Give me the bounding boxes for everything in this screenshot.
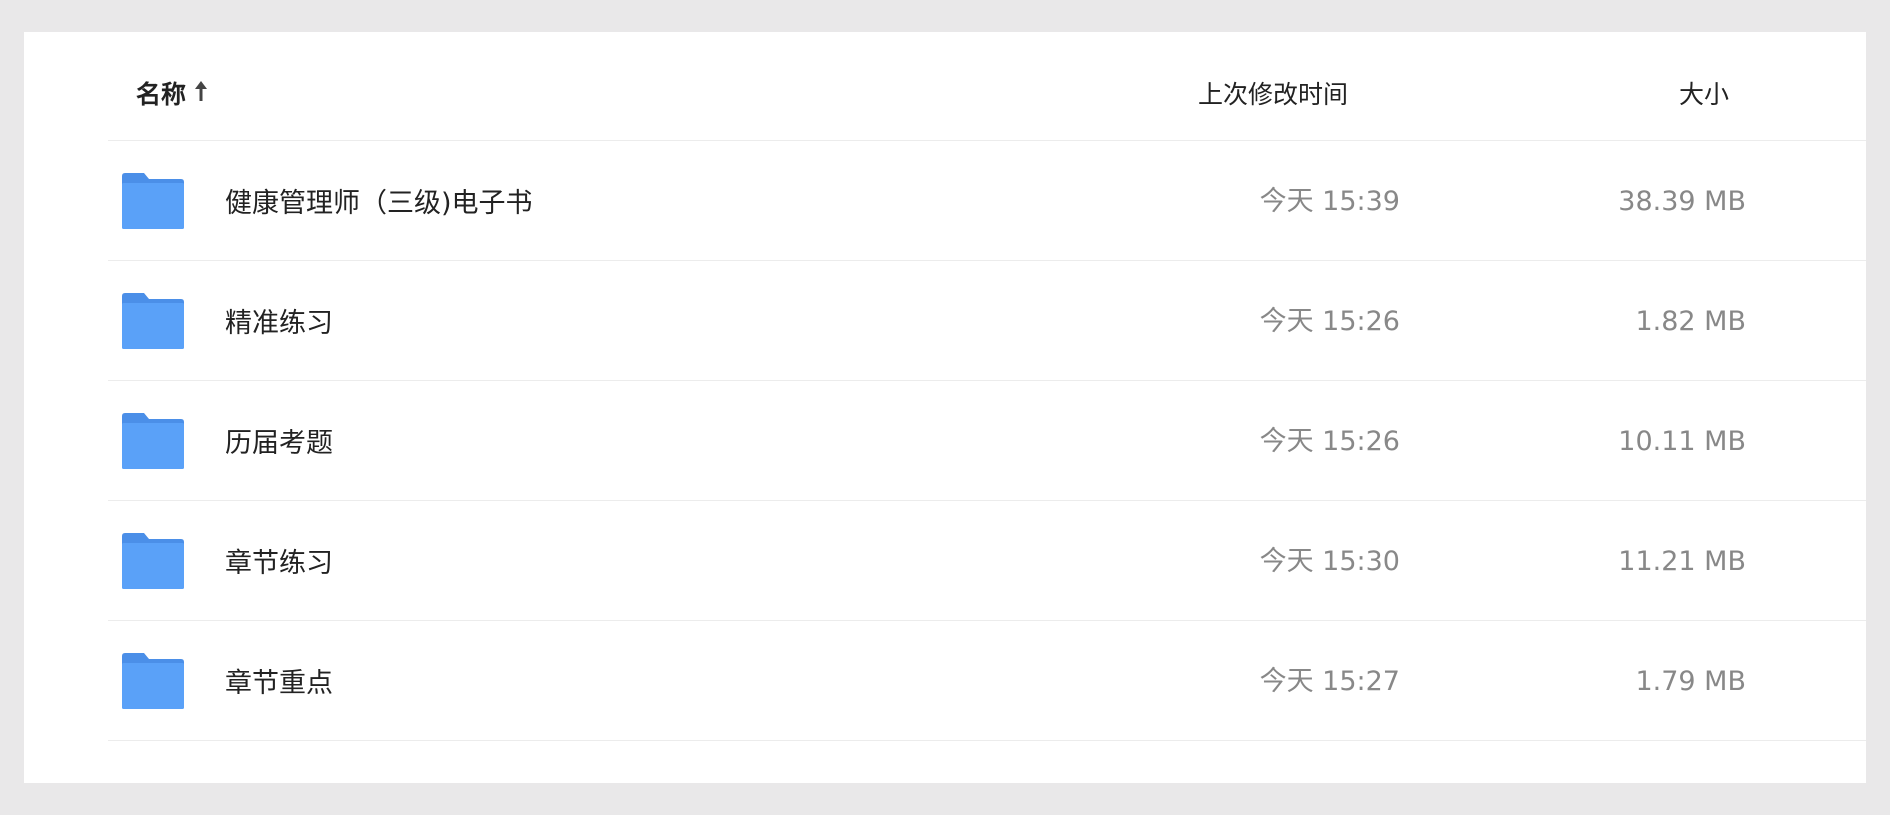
file-modified-time: 今天 15:39 xyxy=(1259,186,1400,217)
file-modified-time: 今天 15:30 xyxy=(1259,546,1400,577)
file-size: 1.82 MB xyxy=(1635,306,1746,337)
file-size: 38.39 MB xyxy=(1618,186,1746,217)
file-size: 10.11 MB xyxy=(1618,426,1746,457)
folder-icon xyxy=(122,413,184,469)
file-name: 章节重点 xyxy=(225,668,333,699)
file-name: 章节练习 xyxy=(225,548,333,579)
file-list: 健康管理师（三级)电子书 今天 15:39 38.39 MB 精准练习 今天 1… xyxy=(108,141,1866,741)
column-header-name-label: 名称 xyxy=(136,80,187,109)
folder-icon xyxy=(122,653,184,709)
column-header-size[interactable]: 大小 xyxy=(1679,80,1729,110)
folder-icon xyxy=(122,173,184,229)
file-modified-time: 今天 15:26 xyxy=(1259,426,1400,457)
column-header-modified[interactable]: 上次修改时间 xyxy=(1198,80,1348,110)
file-name: 历届考题 xyxy=(225,428,333,459)
file-list-header: 名称 上次修改时间 大小 xyxy=(108,32,1866,141)
column-header-name[interactable]: 名称 xyxy=(136,80,208,110)
file-list-panel: 名称 上次修改时间 大小 健康管理师（三级)电子书 今天 15:39 38.39… xyxy=(24,32,1866,783)
file-size: 11.21 MB xyxy=(1618,546,1746,577)
file-row[interactable]: 健康管理师（三级)电子书 今天 15:39 38.39 MB xyxy=(108,141,1866,261)
file-row[interactable]: 章节重点 今天 15:27 1.79 MB xyxy=(108,621,1866,741)
file-size: 1.79 MB xyxy=(1635,666,1746,697)
arrow-up-icon xyxy=(194,79,208,109)
file-name: 精准练习 xyxy=(225,308,333,339)
file-modified-time: 今天 15:26 xyxy=(1259,306,1400,337)
file-name: 健康管理师（三级)电子书 xyxy=(225,188,533,219)
file-row[interactable]: 历届考题 今天 15:26 10.11 MB xyxy=(108,381,1866,501)
folder-icon xyxy=(122,533,184,589)
file-row[interactable]: 精准练习 今天 15:26 1.82 MB xyxy=(108,261,1866,381)
file-modified-time: 今天 15:27 xyxy=(1259,666,1400,697)
file-row[interactable]: 章节练习 今天 15:30 11.21 MB xyxy=(108,501,1866,621)
folder-icon xyxy=(122,293,184,349)
